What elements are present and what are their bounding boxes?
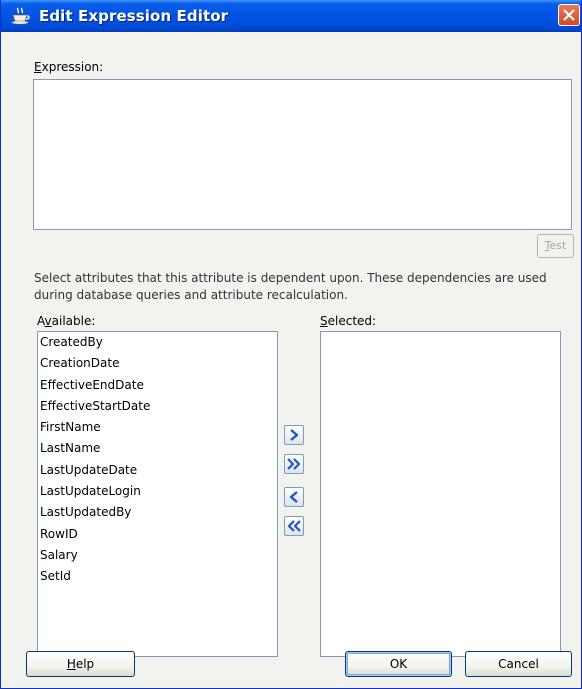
selected-label: Selected: [320, 314, 376, 328]
list-item[interactable]: EffectiveEndDate [38, 375, 277, 396]
list-item[interactable]: FirstName [38, 417, 277, 438]
available-list[interactable]: CreatedBy CreationDate EffectiveEndDate … [37, 331, 278, 657]
help-button-text: elp [75, 657, 95, 671]
dependency-description: Select attributes that this attribute is… [34, 271, 547, 302]
move-all-left-icon [287, 520, 301, 532]
close-button[interactable] [558, 4, 580, 26]
dialog-title: Edit Expression Editor [39, 7, 229, 25]
move-all-right-button[interactable] [284, 454, 304, 474]
list-item[interactable]: Salary [38, 545, 277, 566]
list-item[interactable]: CreatedBy [38, 332, 277, 353]
list-item[interactable]: LastUpdatedBy [38, 502, 277, 523]
available-label: Available: [37, 314, 95, 328]
list-item[interactable]: LastName [38, 438, 277, 459]
list-item[interactable]: CreationDate [38, 353, 277, 374]
title-bar[interactable]: Edit Expression Editor [1, 0, 581, 32]
available-label-mnemonic: v [44, 314, 52, 328]
move-all-right-icon [287, 458, 301, 470]
move-left-icon [289, 491, 298, 503]
close-icon [563, 9, 575, 21]
help-button-mnemonic: H [66, 657, 76, 671]
expression-input[interactable] [33, 79, 572, 230]
selected-label-text: elected: [327, 314, 377, 328]
move-all-left-button[interactable] [284, 516, 304, 536]
available-label-end: ailable: [51, 314, 96, 328]
move-right-button[interactable] [284, 425, 304, 445]
expression-label: Expression: [34, 60, 103, 74]
cancel-button[interactable]: Cancel [465, 651, 572, 677]
move-left-button[interactable] [284, 487, 304, 507]
expression-editor-dialog: Edit Expression Editor Expression: Test … [0, 0, 582, 689]
move-right-icon [290, 429, 299, 441]
list-item[interactable]: LastUpdateDate [38, 460, 277, 481]
available-label-start: A [37, 314, 45, 328]
selected-list[interactable] [320, 331, 561, 657]
coffee-cup-icon [12, 7, 30, 25]
ok-button[interactable]: OK [345, 651, 452, 677]
selected-label-mnemonic: S [320, 314, 328, 328]
list-item[interactable]: EffectiveStartDate [38, 396, 277, 417]
expression-label-text: xpression: [41, 60, 104, 74]
list-item[interactable]: RowID [38, 524, 277, 545]
help-button[interactable]: Help [26, 651, 135, 677]
test-button-text: est [549, 239, 567, 252]
expression-label-mnemonic: E [34, 60, 42, 74]
list-item[interactable]: LastUpdateLogin [38, 481, 277, 502]
list-item[interactable]: SetId [38, 566, 277, 587]
test-button[interactable]: Test [537, 234, 574, 258]
